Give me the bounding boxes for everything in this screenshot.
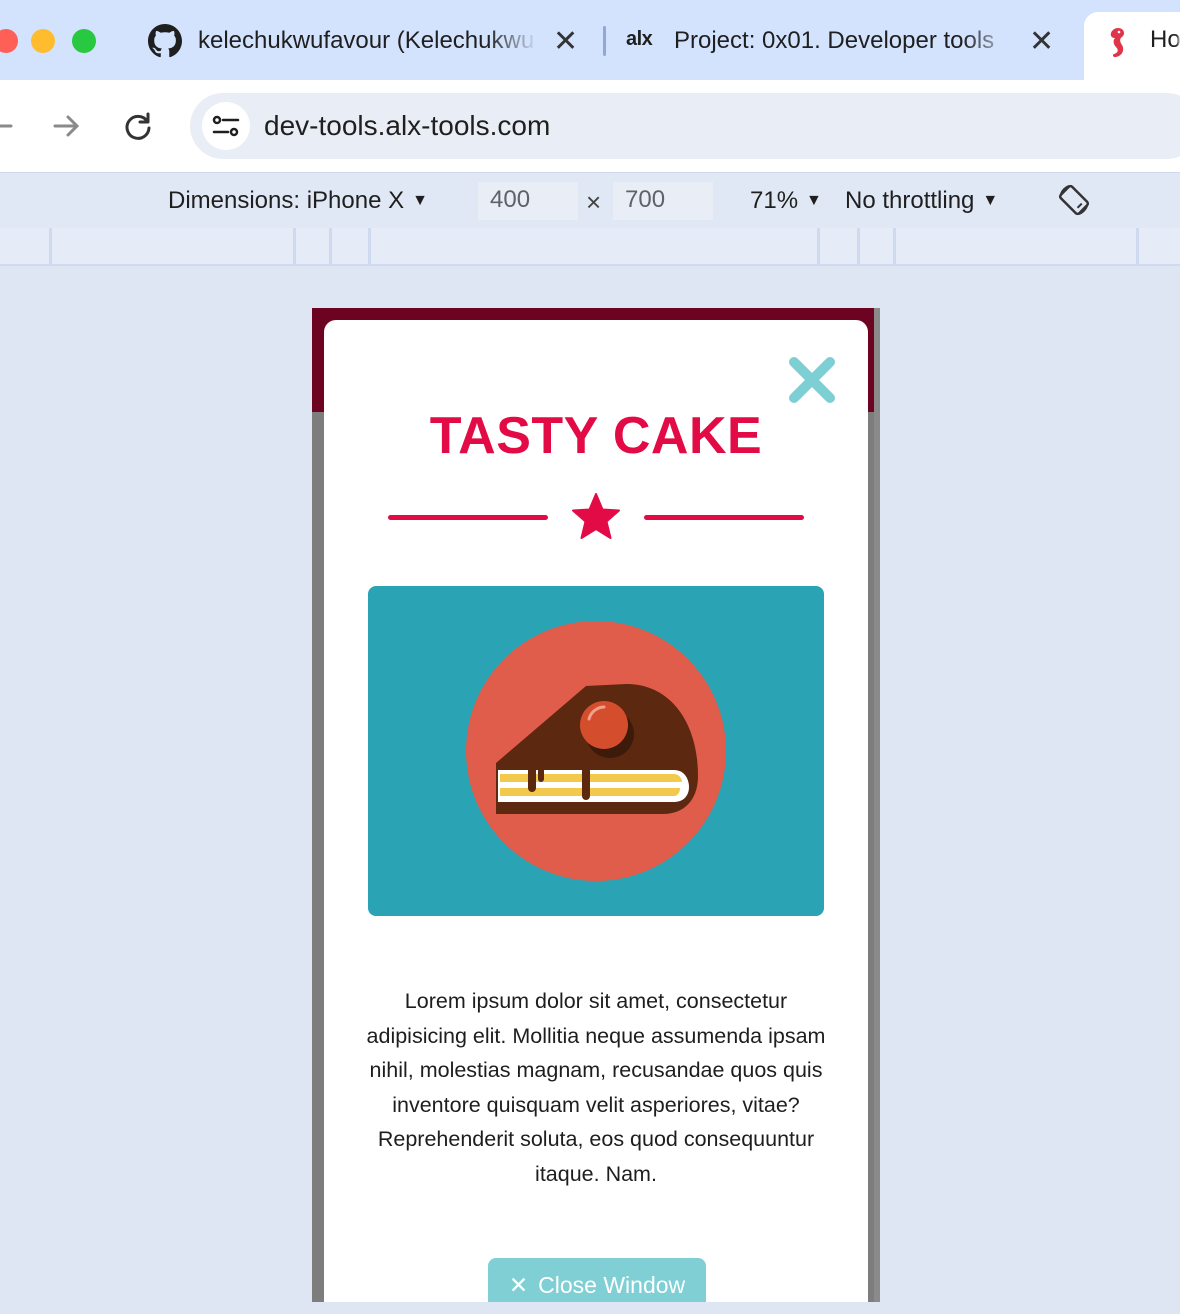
reload-icon: [125, 112, 151, 140]
ruler-marker[interactable]: [293, 228, 296, 264]
window-close-button[interactable]: [0, 29, 18, 53]
throttling-label: No throttling: [845, 187, 975, 214]
tab-title: kelechukwufavour (Kelechukwu: [198, 27, 535, 54]
browser-toolbar: dev-tools.alx-tools.com: [0, 80, 1180, 172]
close-window-label: Close Window: [538, 1272, 686, 1298]
window-zoom-button[interactable]: [72, 29, 96, 53]
alx-logo: alx: [626, 28, 653, 50]
tab-close-icon[interactable]: ✕: [553, 24, 578, 59]
ruler-marker[interactable]: [368, 228, 371, 264]
modal-body-text: Lorem ipsum dolor sit amet, consectetur …: [366, 989, 826, 1186]
window-minimize-button[interactable]: [31, 29, 55, 53]
dimensions-label: Dimensions: iPhone X: [168, 187, 405, 214]
close-icon: ✕: [508, 1272, 529, 1298]
modal-dialog: TASTY CAKE Lorem ipsum dolor sit amet, c…: [324, 320, 868, 1302]
times-icon: ×: [586, 187, 602, 217]
url-text[interactable]: dev-tools.alx-tools.com: [264, 110, 550, 142]
forward-button[interactable]: [44, 104, 88, 148]
caret-down-icon: ▼: [806, 192, 822, 209]
close-icon[interactable]: [786, 354, 838, 406]
tab-active[interactable]: Ho: [1084, 12, 1180, 82]
ruler-marker[interactable]: [857, 228, 860, 264]
reload-button[interactable]: [116, 104, 160, 148]
tab-strip: kelechukwufavour (Kelechukwu ✕ alx Proje…: [0, 0, 1180, 82]
ruler-marker[interactable]: [817, 228, 820, 264]
star-icon: [572, 493, 620, 539]
device-toolbar: Dimensions: iPhone X ▼ 400 × 700 71% ▼ N…: [0, 172, 1180, 228]
zoom-label: 71%: [750, 187, 799, 214]
tab-alx-project[interactable]: alx Project: 0x01. Developer tools ✕: [626, 12, 1066, 70]
site-info-button[interactable]: [202, 102, 250, 150]
height-input[interactable]: 700: [613, 182, 713, 220]
device-viewport: TASTY CAKE Lorem ipsum dolor sit amet, c…: [312, 308, 880, 1302]
ruler-marker[interactable]: [329, 228, 332, 264]
width-input[interactable]: 400: [478, 182, 578, 220]
ruler-marker[interactable]: [1136, 228, 1139, 264]
throttling-dropdown[interactable]: No throttling ▼: [845, 187, 998, 215]
tab-close-icon[interactable]: ✕: [1029, 24, 1054, 59]
divider-line-left: [388, 515, 548, 520]
close-window-button[interactable]: ✕ Close Window: [488, 1258, 706, 1302]
caret-down-icon: ▼: [412, 192, 428, 209]
ruler-marker[interactable]: [893, 228, 896, 264]
divider-line-right: [644, 515, 804, 520]
seahorse-icon: [1110, 28, 1125, 58]
cake-icon: [466, 621, 726, 881]
tab-title: Project: 0x01. Developer tools: [674, 27, 995, 54]
back-arrow-icon: [0, 124, 13, 128]
dimensions-dropdown[interactable]: Dimensions: iPhone X ▼: [168, 187, 428, 215]
back-button[interactable]: [0, 104, 22, 148]
zoom-dropdown[interactable]: 71% ▼: [750, 187, 822, 215]
cake-illustration: [368, 586, 824, 916]
tab-github[interactable]: kelechukwufavour (Kelechukwu ✕: [148, 12, 588, 70]
viewport-scrollbar[interactable]: [874, 308, 880, 1302]
forward-arrow-icon: [53, 115, 80, 137]
ruler-marker[interactable]: [49, 228, 52, 264]
tune-icon: [212, 115, 240, 137]
caret-down-icon: ▼: [982, 192, 999, 209]
media-query-ruler: [0, 228, 1180, 266]
github-icon: [148, 24, 182, 58]
tab-separator: [603, 26, 606, 56]
address-bar[interactable]: dev-tools.alx-tools.com: [190, 93, 1180, 159]
rotate-device-icon[interactable]: [1055, 181, 1093, 219]
tab-title: Ho: [1150, 26, 1180, 53]
modal-title: TASTY CAKE: [429, 407, 763, 465]
